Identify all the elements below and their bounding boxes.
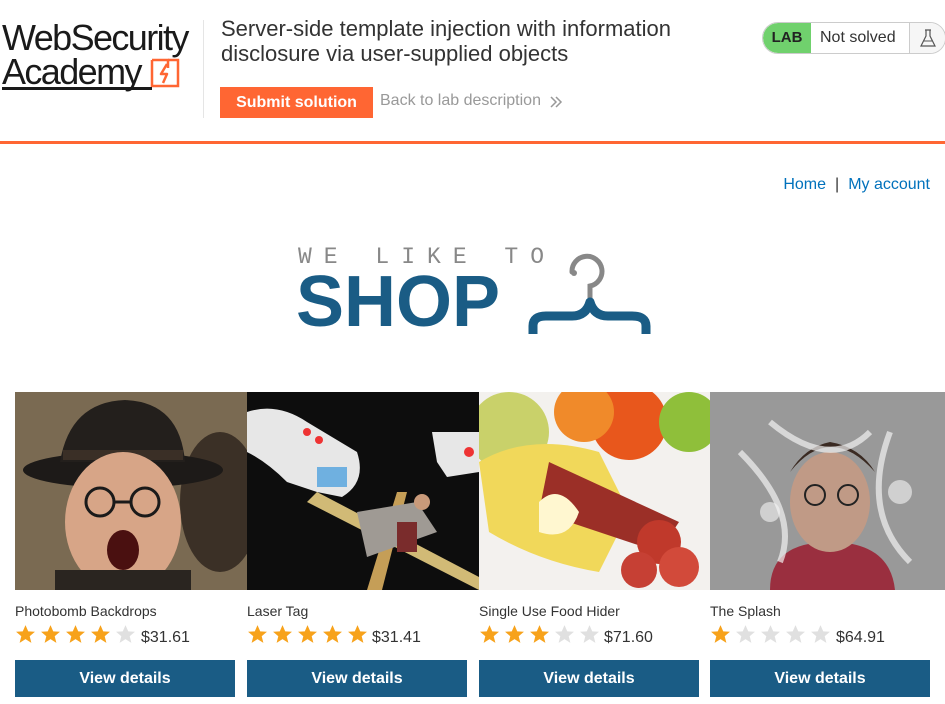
product-price: $31.61 bbox=[141, 629, 190, 646]
product-image-photobomb-backdrops bbox=[15, 392, 247, 590]
star-filled-icon bbox=[711, 625, 730, 643]
lab-status-widget: LAB Not solved bbox=[762, 22, 945, 54]
double-chevron-right-icon bbox=[550, 96, 563, 108]
logo-bolt-icon bbox=[150, 58, 180, 88]
back-to-lab-description-link[interactable]: Back to lab description bbox=[380, 92, 541, 110]
star-filled-icon bbox=[273, 625, 292, 643]
star-filled-icon bbox=[480, 625, 499, 643]
star-empty-icon bbox=[736, 625, 755, 643]
star-filled-icon bbox=[41, 625, 60, 643]
star-empty-icon bbox=[555, 625, 574, 643]
shop-word: SHOP bbox=[296, 262, 501, 342]
product-name: Photobomb Backdrops bbox=[15, 603, 157, 619]
academy-header: WebSecurity Academy Server-side template… bbox=[0, 0, 945, 145]
lab-status-text: Not solved bbox=[820, 29, 896, 46]
view-details-button[interactable]: View details bbox=[15, 660, 235, 697]
lab-badge: LAB bbox=[763, 23, 811, 53]
star-filled-icon bbox=[323, 625, 342, 643]
product-image-laser-tag bbox=[247, 392, 479, 590]
product-name: Single Use Food Hider bbox=[479, 603, 620, 619]
web-security-academy-logo[interactable]: WebSecurity Academy bbox=[2, 14, 202, 94]
product-card: Laser Tag $31.41 View details bbox=[247, 392, 479, 702]
product-card: The Splash $64.91 View details bbox=[710, 392, 945, 702]
logo-text-line2: Academy bbox=[2, 51, 142, 92]
lab-title: Server-side template injection with info… bbox=[221, 16, 671, 66]
product-card: Photobomb Backdrops $31.61 View details bbox=[15, 392, 247, 702]
view-details-button[interactable]: View details bbox=[247, 660, 467, 697]
product-card: Single Use Food Hider $71.60 View detail… bbox=[479, 392, 711, 702]
top-nav-links: Home | My account bbox=[783, 176, 930, 194]
submit-solution-button[interactable]: Submit solution bbox=[220, 87, 373, 118]
star-filled-icon bbox=[348, 625, 367, 643]
star-filled-icon bbox=[248, 625, 267, 643]
product-name: Laser Tag bbox=[247, 603, 309, 619]
star-empty-icon bbox=[580, 625, 599, 643]
product-image-the-splash bbox=[710, 392, 945, 590]
flask-button[interactable] bbox=[909, 23, 945, 53]
product-price: $71.60 bbox=[604, 629, 653, 646]
logo-underline bbox=[2, 87, 152, 90]
star-filled-icon bbox=[16, 625, 35, 643]
my-account-link[interactable]: My account bbox=[848, 176, 930, 193]
view-details-button[interactable]: View details bbox=[710, 660, 930, 697]
star-filled-icon bbox=[66, 625, 85, 643]
header-orange-rule bbox=[0, 141, 945, 144]
star-empty-icon bbox=[116, 625, 135, 643]
header-divider bbox=[203, 20, 204, 118]
home-link[interactable]: Home bbox=[783, 176, 826, 193]
flask-icon bbox=[920, 29, 936, 47]
star-empty-icon bbox=[786, 625, 805, 643]
view-details-button[interactable]: View details bbox=[479, 660, 699, 697]
coat-hanger-icon bbox=[528, 253, 651, 334]
product-price: $31.41 bbox=[372, 629, 421, 646]
product-price: $64.91 bbox=[836, 629, 885, 646]
star-empty-icon bbox=[761, 625, 780, 643]
star-filled-icon bbox=[530, 625, 549, 643]
product-image-single-use-food-hider bbox=[479, 392, 711, 590]
nav-separator: | bbox=[835, 176, 840, 193]
star-filled-icon bbox=[298, 625, 317, 643]
star-empty-icon bbox=[811, 625, 830, 643]
product-name: The Splash bbox=[710, 603, 781, 619]
star-filled-icon bbox=[505, 625, 524, 643]
star-filled-icon bbox=[91, 625, 110, 643]
